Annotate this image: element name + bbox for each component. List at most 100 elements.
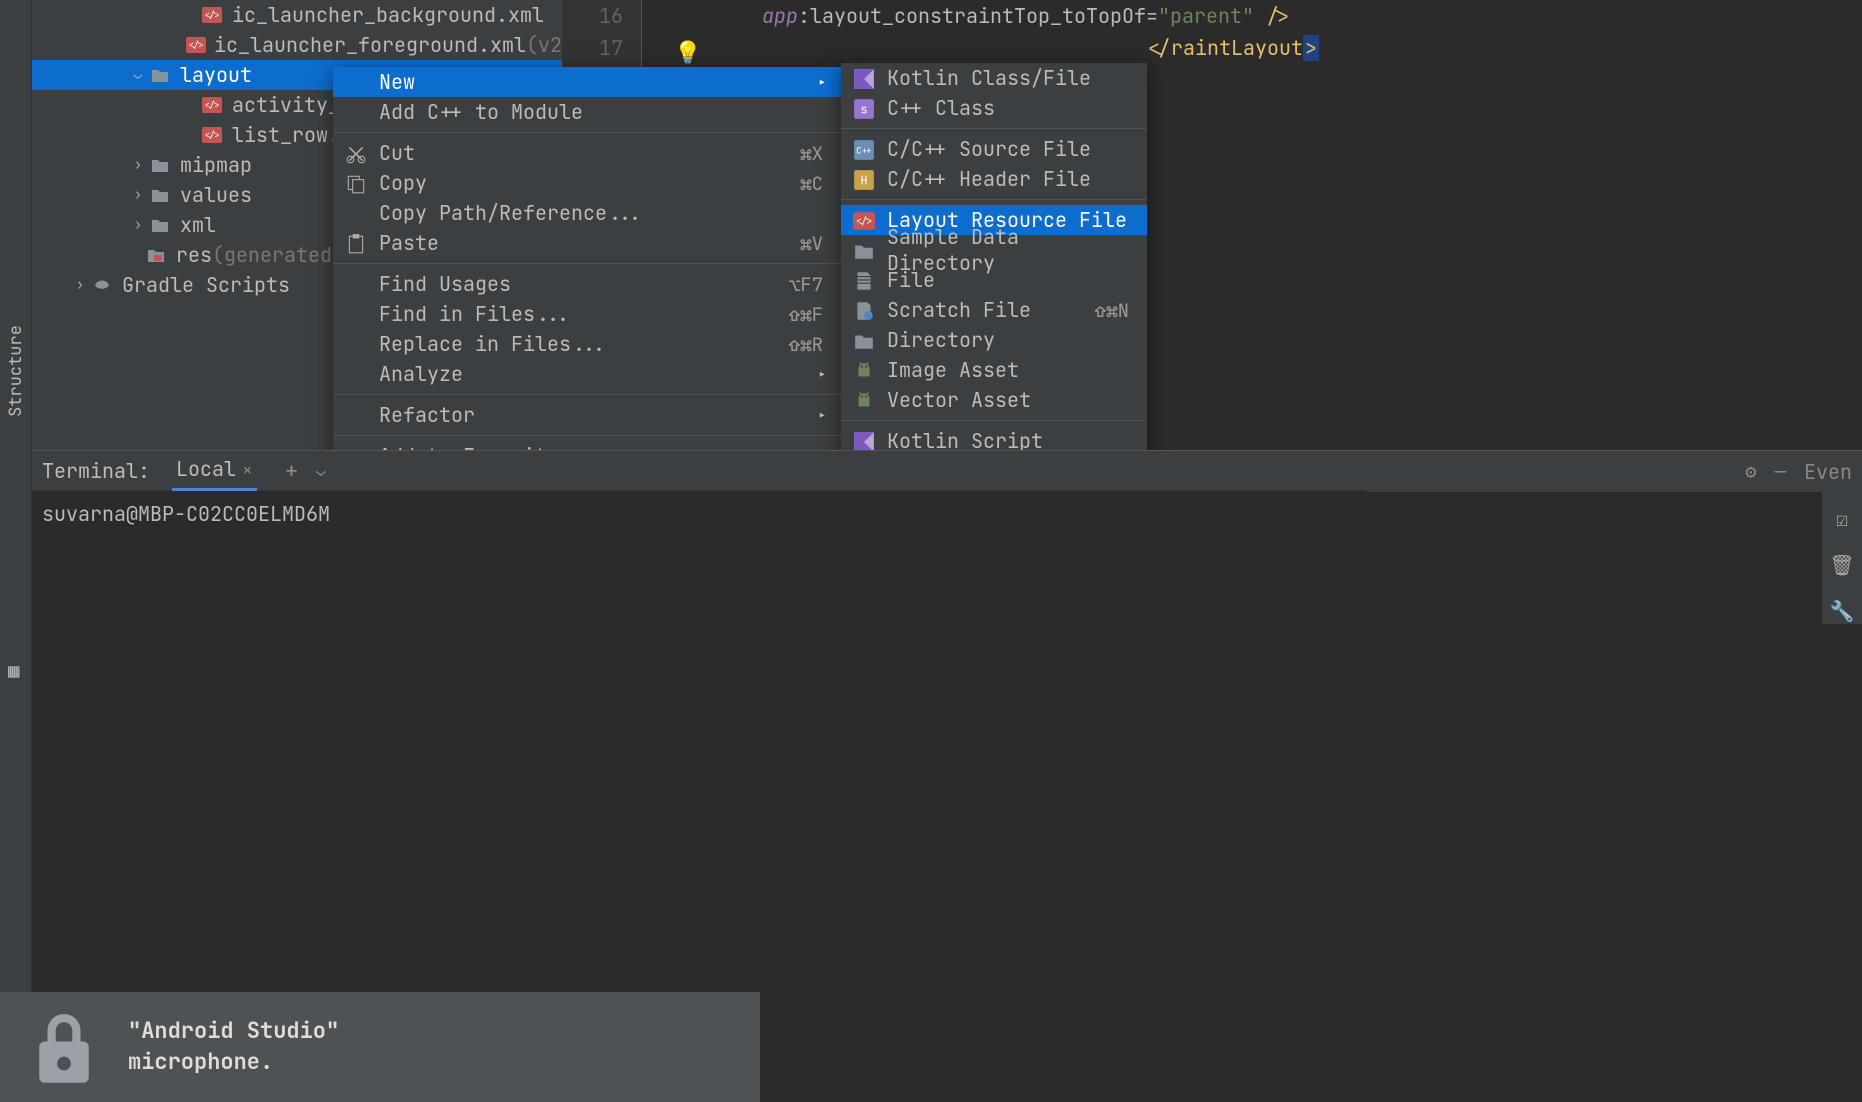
- line-number: 16: [562, 0, 641, 32]
- copy-icon: [345, 173, 367, 193]
- tree-item-label: Gradle Scripts: [122, 272, 290, 298]
- menu-item-vector-asset[interactable]: Vector Asset: [841, 385, 1147, 415]
- tree-item-label: values: [180, 182, 252, 208]
- folder-res-icon: [146, 245, 168, 265]
- cpp-s-icon: s: [853, 98, 875, 118]
- menu-item-scratch-file[interactable]: Scratch File ⇧⌘N: [841, 295, 1147, 325]
- event-log-button[interactable]: Even: [1804, 459, 1852, 485]
- menu-item-label: C++ Class: [887, 95, 995, 121]
- svg-text:</>: </>: [188, 39, 204, 51]
- tree-item-ic-launcher-background-xml[interactable]: </> ic_launcher_background.xml: [32, 0, 562, 30]
- code-line[interactable]: </raintLayout>: [642, 32, 1862, 64]
- submenu-arrow-icon: ▸: [817, 405, 827, 426]
- svg-text:s: s: [860, 101, 867, 117]
- tree-item-suffix: (generated): [212, 242, 344, 268]
- menu-item-c-c-header-file[interactable]: HC/C++ Header File: [841, 164, 1147, 194]
- paste-icon: [345, 233, 367, 253]
- menu-item-find-usages[interactable]: Find Usages⌥F7: [333, 269, 841, 299]
- settings-icon[interactable]: ⚙: [1745, 459, 1756, 484]
- chevron-right-icon[interactable]: ›: [72, 276, 88, 294]
- menu-item-find-in-files-[interactable]: Find in Files...⇧⌘F: [333, 299, 841, 329]
- menu-item-image-asset[interactable]: Image Asset: [841, 355, 1147, 385]
- menu-item-analyze[interactable]: Analyze ▸: [333, 359, 841, 389]
- code-line[interactable]: app:layout_constraintTop_toTopOf="parent…: [642, 0, 1862, 32]
- chevron-down-icon[interactable]: ⌄: [130, 66, 146, 84]
- add-terminal-button[interactable]: +: [285, 456, 298, 485]
- menu-shortcut: ⇧⌘R: [789, 332, 823, 357]
- permission-notification[interactable]: "Android Studio"microphone.: [0, 992, 760, 1102]
- terminal-title: Terminal:: [42, 458, 150, 484]
- right-tool-strip: ☑ 🗑 🔧: [1822, 492, 1862, 624]
- gradle-icon: [92, 275, 114, 295]
- menu-item-file[interactable]: File: [841, 265, 1147, 295]
- build-icon[interactable]: 🔧: [1830, 598, 1855, 624]
- menu-item-label: Image Asset: [887, 357, 1019, 383]
- menu-shortcut: ⌘X: [800, 141, 823, 166]
- android-icon: [853, 390, 875, 410]
- folder-icon: [853, 330, 875, 350]
- menu-item-label: Paste: [379, 230, 439, 256]
- menu-item-label: Cut: [379, 140, 415, 166]
- menu-item-add-c-to-module[interactable]: Add C++ to Module: [333, 97, 841, 127]
- tree-item-label: xml: [180, 212, 216, 238]
- submenu-arrow-icon: ▸: [817, 364, 827, 385]
- tree-item-label: mipmap: [180, 152, 252, 178]
- chevron-right-icon[interactable]: ›: [130, 186, 146, 204]
- menu-item-c-class[interactable]: s C++ Class: [841, 93, 1147, 123]
- svg-text:C++: C++: [856, 144, 872, 156]
- terminal-body[interactable]: suvarna@MBP-C02CC0ELMD6M: [32, 491, 1367, 537]
- svg-text:</>: </>: [204, 129, 220, 141]
- terminal-dropdown-icon[interactable]: ⌄: [316, 460, 326, 481]
- terminal-tab-local[interactable]: Local×: [172, 450, 257, 491]
- menu-shortcut: ⌥F7: [789, 272, 823, 297]
- intention-bulb-icon[interactable]: 💡: [674, 38, 701, 67]
- menu-item-new[interactable]: New▸: [333, 67, 841, 97]
- scratch-icon: [853, 300, 875, 320]
- menu-shortcut: ⌘V: [800, 231, 823, 256]
- menu-item-c-c-source-file[interactable]: C++ C/C++ Source File: [841, 134, 1147, 164]
- menu-item-refactor[interactable]: Refactor▸: [333, 400, 841, 430]
- svg-text:</>: </>: [855, 214, 873, 227]
- structure-icon: ▦: [8, 658, 22, 672]
- tree-item-label: ic_launcher_background.xml: [232, 2, 544, 28]
- lock-icon: [20, 1003, 108, 1091]
- close-icon[interactable]: ×: [242, 459, 253, 482]
- cut-icon: [345, 143, 367, 163]
- menu-item-label: Find in Files...: [379, 301, 571, 327]
- kotlin-icon: [853, 68, 875, 88]
- menu-item-kotlin-class-file[interactable]: Kotlin Class/File: [841, 63, 1147, 93]
- menu-item-copy-path-reference-[interactable]: Copy Path/Reference...: [333, 198, 841, 228]
- trash-icon[interactable]: 🗑: [1829, 552, 1854, 578]
- menu-item-cut[interactable]: Cut ⌘X: [333, 138, 841, 168]
- menu-item-label: Analyze: [379, 361, 463, 387]
- android-icon: [853, 360, 875, 380]
- file-icon: [853, 270, 875, 290]
- menu-item-replace-in-files-[interactable]: Replace in Files...⇧⌘R: [333, 329, 841, 359]
- terminal-header: Terminal: Local× + ⌄: [32, 451, 1367, 491]
- xml-icon: </>: [202, 5, 224, 25]
- menu-item-paste[interactable]: Paste ⌘V: [333, 228, 841, 258]
- menu-item-label: Kotlin Class/File: [887, 65, 1091, 91]
- cpp-hdr-icon: H: [853, 169, 875, 189]
- menu-item-label: C/C++ Source File: [887, 136, 1091, 162]
- left-tool-strip: Structure ▦: [0, 0, 32, 1102]
- folder-icon: [150, 185, 172, 205]
- todo-icon[interactable]: ☑: [1836, 506, 1848, 532]
- folder-icon: [150, 155, 172, 175]
- chevron-right-icon[interactable]: ›: [130, 156, 146, 174]
- xml-icon: </>: [853, 210, 875, 230]
- menu-item-label: Scratch File: [887, 297, 1031, 323]
- menu-shortcut: ⌘C: [800, 171, 823, 196]
- chevron-right-icon[interactable]: ›: [130, 216, 146, 234]
- structure-tool-button[interactable]: Structure: [5, 325, 27, 417]
- xml-icon: </>: [202, 125, 224, 145]
- menu-item-copy[interactable]: Copy⌘C: [333, 168, 841, 198]
- menu-item-label: Directory: [887, 327, 995, 353]
- menu-item-directory[interactable]: Directory: [841, 325, 1147, 355]
- minimize-icon[interactable]: —: [1775, 459, 1786, 484]
- menu-item-sample-data-directory[interactable]: Sample Data Directory: [841, 235, 1147, 265]
- svg-text:H: H: [860, 172, 867, 188]
- tree-item-ic-launcher-foreground-xml[interactable]: </>ic_launcher_foreground.xml (v24): [32, 30, 562, 60]
- menu-shortcut: ⇧⌘N: [1095, 298, 1129, 323]
- folder-icon: [150, 65, 172, 85]
